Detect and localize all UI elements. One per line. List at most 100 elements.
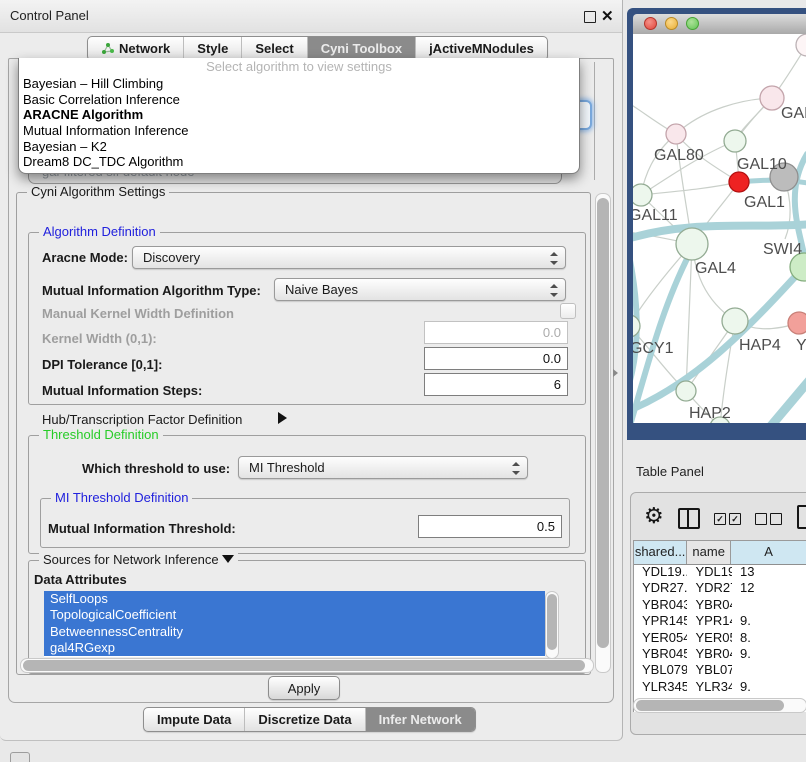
table-cell: YER054C xyxy=(634,630,687,646)
network-canvas[interactable]: GALGAL80GAL10GAL1GAL11SWI4GAL4GCY1HAP4YH… xyxy=(633,34,806,423)
column-header[interactable]: name xyxy=(687,541,731,564)
close-icon[interactable]: ✕ xyxy=(601,7,614,25)
table-row[interactable]: YER054CYER054C8. xyxy=(634,630,806,646)
tab-style[interactable]: Style xyxy=(184,37,242,60)
data-attributes-list[interactable]: SelfLoopsTopologicalCoefficientBetweenne… xyxy=(44,591,545,657)
attributes-scrollbar[interactable] xyxy=(545,591,559,659)
aracne-mode-label: Aracne Mode: xyxy=(42,250,128,266)
bottom-tab-infer-network[interactable]: Infer Network xyxy=(366,708,475,731)
network-edge-thick[interactable] xyxy=(770,376,806,423)
table-row[interactable]: YPR145WYPR145W9. xyxy=(634,613,806,629)
network-edge-thick[interactable] xyxy=(633,246,637,384)
gear-icon[interactable]: ⚙ xyxy=(644,504,664,530)
threshold-definition-title: Threshold Definition xyxy=(39,427,163,442)
sources-title[interactable]: Sources for Network Inference xyxy=(39,552,238,567)
attribute-item[interactable]: SelfLoops xyxy=(44,591,545,607)
manual-kernel-label: Manual Kernel Width Definition xyxy=(42,306,234,322)
mi-threshold-group-title: MI Threshold Definition xyxy=(51,490,192,505)
algorithm-option-dream8-dc-tdc-algorithm[interactable]: Dream8 DC_TDC Algorithm xyxy=(19,154,579,170)
network-edge[interactable] xyxy=(686,244,692,391)
table-cell: YLR345W xyxy=(687,679,732,695)
hub-section-label[interactable]: Hub/Transcription Factor Definition xyxy=(42,411,242,428)
table-panel-title: Table Panel xyxy=(636,463,704,481)
attribute-item[interactable]: TopologicalCoefficient xyxy=(44,607,545,623)
kernel-width-field[interactable] xyxy=(424,321,568,344)
network-node[interactable] xyxy=(796,34,806,56)
stepper-arrows-icon xyxy=(550,251,558,266)
algorithm-option-bayesian-hill-climbing[interactable]: Bayesian – Hill Climbing xyxy=(19,76,579,92)
network-node[interactable] xyxy=(729,172,749,192)
network-node[interactable] xyxy=(722,308,748,334)
columns-icon[interactable] xyxy=(678,508,700,529)
column-header[interactable]: A xyxy=(731,541,806,564)
algorithm-option-aracne-algorithm[interactable]: ARACNE Algorithm xyxy=(19,107,579,123)
network-node[interactable] xyxy=(724,130,746,152)
close-traffic-light[interactable] xyxy=(644,17,657,30)
kernel-width-label: Kernel Width (0,1): xyxy=(42,331,157,347)
manual-kernel-checkbox[interactable] xyxy=(560,303,576,319)
float-panel-icon[interactable] xyxy=(584,11,596,23)
table-row[interactable]: YBL079WYBL079W xyxy=(634,662,806,678)
tab-select[interactable]: Select xyxy=(242,37,307,60)
minimize-traffic-light[interactable] xyxy=(665,17,678,30)
network-window-titlebar[interactable] xyxy=(633,14,806,35)
tab-cyni-toolbox[interactable]: Cyni Toolbox xyxy=(308,37,416,60)
tab-network[interactable]: Network xyxy=(88,37,184,60)
settings-horizontal-scrollbar[interactable] xyxy=(20,658,594,673)
table-cell: 12 xyxy=(732,580,806,596)
algorithm-dropdown: Select algorithm to view settings Bayesi… xyxy=(18,58,580,174)
which-threshold-combo[interactable]: MI Threshold xyxy=(238,456,528,479)
table-row[interactable]: YDL19...YDL19...13 xyxy=(634,564,806,580)
mi-steps-field[interactable] xyxy=(424,373,568,396)
tab-jactivemnodules[interactable]: jActiveMNodules xyxy=(416,37,547,60)
table-row[interactable]: YBR043CYBR043C xyxy=(634,597,806,613)
mi-algorithm-type-combo[interactable]: Naive Bayes xyxy=(274,278,566,301)
network-edge[interactable] xyxy=(641,182,739,195)
attribute-item[interactable]: BetweennessCentrality xyxy=(44,624,545,640)
table-row[interactable]: YBR045CYBR045C9. xyxy=(634,646,806,662)
table-row[interactable]: YLR345WYLR345W9. xyxy=(634,679,806,695)
network-node[interactable] xyxy=(676,381,696,401)
table-cell xyxy=(732,597,806,613)
network-node[interactable] xyxy=(676,228,708,260)
network-edge[interactable] xyxy=(676,98,772,134)
network-node[interactable] xyxy=(666,124,686,144)
screen: Control Panel ✕ Network Style Select Cyni T… xyxy=(0,0,806,762)
table-body: YDL19...YDL19...13YDR27...YDR27...12YBR0… xyxy=(634,564,806,699)
table-cell: YBR043C xyxy=(634,597,687,613)
dpi-tolerance-field[interactable] xyxy=(424,347,568,370)
algorithm-option-basic-correlation-inference[interactable]: Basic Correlation Inference xyxy=(19,92,579,108)
column-header[interactable]: shared... xyxy=(634,541,687,564)
stepper-arrows-icon xyxy=(550,283,558,298)
table-cell: YBR045C xyxy=(634,646,687,662)
control-panel-titlebar: Control Panel ✕ xyxy=(0,0,622,33)
checked-checkbox-icon[interactable]: ✓ xyxy=(729,513,741,525)
tab-label: Infer Network xyxy=(379,712,462,727)
attribute-item[interactable]: gal4RGexp xyxy=(44,640,545,656)
network-node[interactable] xyxy=(633,184,652,206)
table-horizontal-scrollbar[interactable] xyxy=(633,698,806,713)
algorithm-option-bayesian-k2[interactable]: Bayesian – K2 xyxy=(19,139,579,155)
unchecked-checkbox-icon[interactable] xyxy=(770,513,782,525)
split-pane-arrow-icon[interactable] xyxy=(613,369,618,377)
mi-steps-label: Mutual Information Steps: xyxy=(42,383,202,399)
bottom-tab-impute-data[interactable]: Impute Data xyxy=(144,708,245,731)
bottom-tab-discretize-data[interactable]: Discretize Data xyxy=(245,708,365,731)
tab-label: Select xyxy=(255,41,293,56)
unchecked-checkbox-icon[interactable] xyxy=(755,513,767,525)
apply-button[interactable]: Apply xyxy=(268,676,340,700)
algorithm-option-mutual-information-inference[interactable]: Mutual Information Inference xyxy=(19,123,579,139)
aracne-mode-combo[interactable]: Discovery xyxy=(132,246,566,269)
checked-checkbox-icon[interactable]: ✓ xyxy=(714,513,726,525)
zoom-traffic-light[interactable] xyxy=(686,17,699,30)
settings-vertical-scrollbar[interactable] xyxy=(595,193,611,673)
panel-grip[interactable] xyxy=(10,752,30,762)
mi-threshold-field[interactable] xyxy=(418,515,562,538)
table-row[interactable]: YDR27...YDR27...12 xyxy=(634,580,806,596)
document-icon[interactable] xyxy=(797,505,806,529)
tab-label: Cyni Toolbox xyxy=(321,41,402,56)
expand-arrow-icon[interactable] xyxy=(278,412,287,424)
table-cell: YPR145W xyxy=(634,613,687,629)
network-node[interactable] xyxy=(788,312,806,334)
tab-label: Network xyxy=(119,41,170,56)
